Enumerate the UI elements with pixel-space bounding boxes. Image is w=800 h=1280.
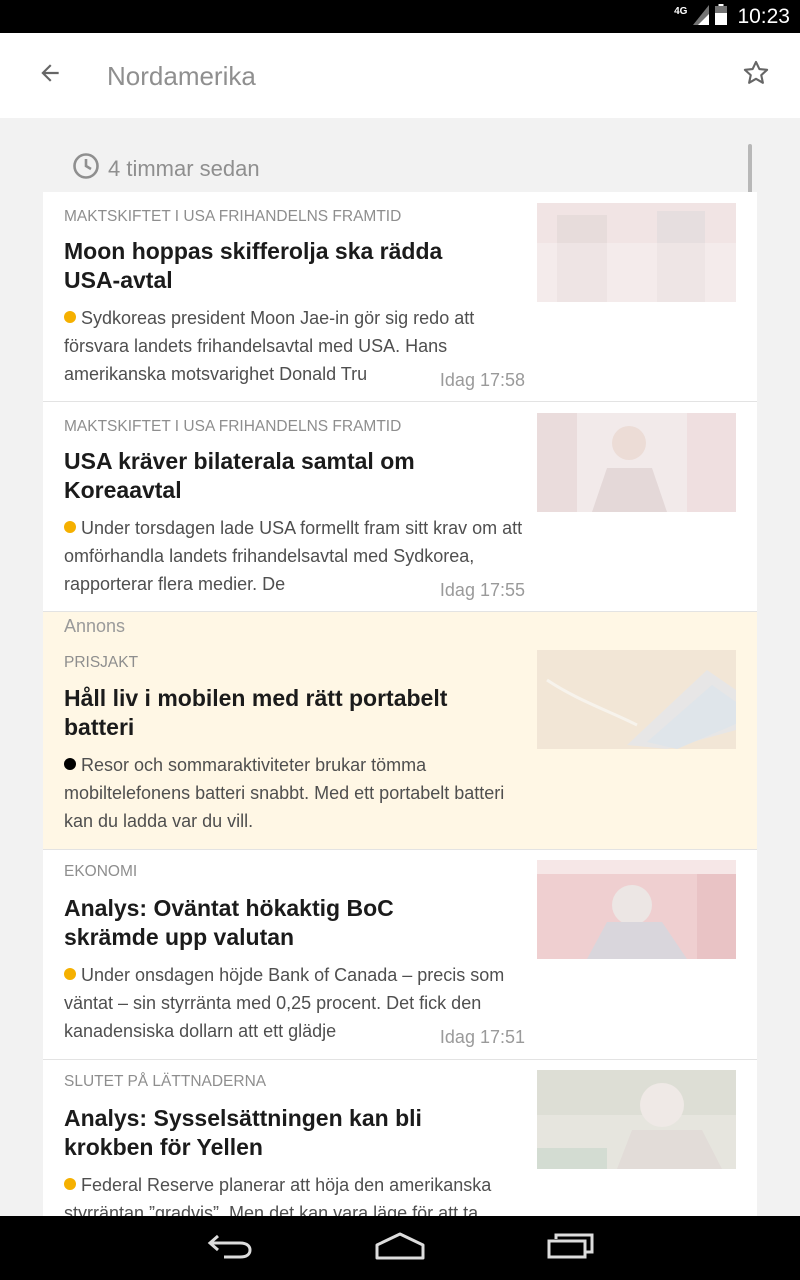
article-lead-text: Federal Reserve planerar att höja den am… <box>64 1175 492 1216</box>
star-outline-icon <box>742 59 770 92</box>
arrow-back-icon <box>37 60 63 91</box>
article-headline: USA kräver bilaterala samtal om Koreaavt… <box>64 448 415 503</box>
page-title: Nordamerika <box>107 61 256 91</box>
article-card[interactable]: EKONOMI Analys: Oväntat hökaktig BoC skr… <box>43 850 757 1060</box>
article-card[interactable]: MAKTSKIFTET I USA FRIHANDELNS FRAMTID US… <box>43 402 757 612</box>
article-lead-text: Resor och sommaraktiviteter brukar tömma… <box>64 755 505 831</box>
status-dot <box>64 968 76 980</box>
article-card[interactable]: SLUTET PÅ LÄTTNADERNA Analys: Sysselsätt… <box>43 1060 757 1216</box>
nav-back-button[interactable] <box>200 1228 260 1268</box>
status-icons: 4G 10:23 <box>674 4 790 30</box>
ad-card[interactable]: Annons PRISJAKT Håll liv i mobilen med r… <box>43 612 757 850</box>
back-button[interactable] <box>30 55 70 95</box>
article-lead: Resor och sommaraktiviteter brukar tömma… <box>64 751 524 835</box>
article-kicker: MAKTSKIFTET I USA FRIHANDELNS FRAMTID <box>64 418 402 435</box>
article-thumbnail[interactable] <box>537 860 736 959</box>
article-kicker: MAKTSKIFTET I USA FRIHANDELNS FRAMTID <box>64 208 402 225</box>
nav-recents-button[interactable] <box>540 1228 600 1268</box>
ad-label: Annons <box>64 616 126 636</box>
article-kicker: EKONOMI <box>64 863 138 880</box>
clock: 10:23 <box>737 5 790 28</box>
article-kicker: PRISJAKT <box>64 654 139 671</box>
battery-icon <box>715 4 728 30</box>
article-headline: Håll liv i mobilen med rätt portabelt ba… <box>64 685 448 740</box>
article-thumbnail[interactable] <box>537 413 736 512</box>
signal-icon <box>693 4 710 30</box>
article-thumbnail[interactable] <box>537 1070 736 1169</box>
back-nav-icon <box>206 1232 254 1265</box>
system-nav-bar <box>0 1216 800 1280</box>
home-nav-icon <box>374 1231 426 1266</box>
network-type: 4G <box>674 5 688 17</box>
article-timestamp: Idag 17:55 <box>439 580 525 600</box>
status-dot <box>64 1178 76 1190</box>
status-dot <box>64 758 76 770</box>
status-dot <box>64 311 76 323</box>
nav-home-button[interactable] <box>370 1228 430 1268</box>
status-bar: 4G 10:23 <box>0 0 800 33</box>
article-timestamp: Idag 17:58 <box>439 370 525 390</box>
article-lead: Federal Reserve planerar att höja den am… <box>64 1171 524 1216</box>
article-kicker: SLUTET PÅ LÄTTNADERNA <box>64 1073 267 1090</box>
article-headline: Analys: Sysselsättningen kan bli krokben… <box>64 1105 422 1160</box>
app-bar: Nordamerika <box>0 33 800 118</box>
recents-nav-icon <box>546 1232 594 1265</box>
article-timestamp: Idag 17:51 <box>439 1027 525 1047</box>
ad-thumbnail[interactable] <box>537 650 736 749</box>
article-card[interactable]: MAKTSKIFTET I USA FRIHANDELNS FRAMTID Mo… <box>43 192 757 402</box>
article-headline: Moon hoppas skifferolja ska rädda USA-av… <box>64 238 443 293</box>
clock-icon <box>72 152 100 185</box>
time-header-label: 4 timmar sedan <box>108 155 260 181</box>
news-feed[interactable]: 4 timmar sedan MAKTSKIFTET I USA FRIHAND… <box>0 118 800 1216</box>
article-thumbnail[interactable] <box>537 203 736 302</box>
favorite-button[interactable] <box>736 55 776 95</box>
article-headline: Analys: Oväntat hökaktig BoC skrämde upp… <box>64 895 394 950</box>
time-group-header: 4 timmar sedan <box>72 152 260 185</box>
status-dot <box>64 521 76 533</box>
